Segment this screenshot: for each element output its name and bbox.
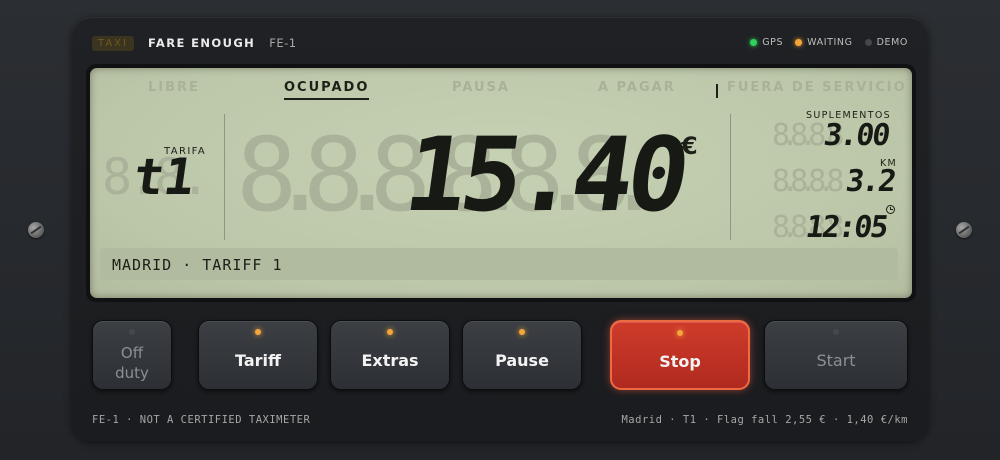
lcd-bezel: LIBRE OCUPADO PAUSA A PAGAR FUERA DE SER… bbox=[86, 64, 916, 302]
off-duty-label: Off duty bbox=[93, 343, 171, 383]
time-value: 12:05 bbox=[803, 210, 889, 245]
lcd-footer-text: MADRID · TARIFF 1 bbox=[112, 256, 283, 274]
footer-tariff-info: Madrid · T1 · Flag fall 2,55 € · 1,40 €/… bbox=[621, 414, 908, 426]
brand-name: FARE ENOUGH bbox=[147, 36, 256, 50]
waiting-led-icon bbox=[795, 39, 803, 46]
off-duty-led-icon bbox=[129, 329, 135, 335]
demo-indicator: DEMO bbox=[864, 37, 908, 48]
left-divider bbox=[224, 114, 225, 240]
status-pausa: PAUSA bbox=[452, 80, 510, 95]
stop-button-label: Stop bbox=[659, 352, 701, 371]
waiting-label: WAITING bbox=[807, 37, 853, 48]
pause-button-label: Pause bbox=[495, 351, 549, 370]
currency-symbol: € bbox=[681, 132, 698, 160]
right-screw-icon bbox=[956, 222, 972, 238]
off-duty-label-line2: duty bbox=[115, 364, 149, 382]
pause-button[interactable]: Pause bbox=[462, 320, 582, 390]
status-libre: LIBRE bbox=[148, 80, 200, 95]
demo-led-icon bbox=[864, 39, 872, 46]
gps-label: GPS bbox=[762, 37, 784, 48]
km-value: 3.2 bbox=[843, 164, 897, 199]
status-divider bbox=[716, 84, 718, 98]
off-duty-label-line1: Off bbox=[120, 344, 144, 362]
start-button-label: Start bbox=[816, 351, 856, 370]
lcd-display: LIBRE OCUPADO PAUSA A PAGAR FUERA DE SER… bbox=[90, 68, 912, 298]
tariff-button[interactable]: Tariff bbox=[198, 320, 318, 390]
tariff-led-icon bbox=[255, 329, 261, 335]
extras-led-icon bbox=[387, 329, 393, 335]
gps-led-icon bbox=[750, 39, 758, 46]
supplements-value: 3.00 bbox=[821, 118, 891, 153]
lcd-footer-bar: MADRID · TARIFF 1 bbox=[100, 248, 898, 280]
footer-disclaimer: FE-1 · NOT A CERTIFIED TAXIMETER bbox=[92, 414, 311, 426]
status-row: LIBRE OCUPADO PAUSA A PAGAR FUERA DE SER… bbox=[90, 80, 912, 104]
start-button[interactable]: Start bbox=[764, 320, 908, 390]
fare-amount: 15.40 bbox=[397, 116, 692, 235]
extras-button-label: Extras bbox=[361, 351, 419, 370]
right-divider bbox=[730, 114, 731, 240]
stop-button[interactable]: Stop bbox=[610, 320, 750, 390]
status-ocupado: OCUPADO bbox=[284, 80, 370, 100]
km-ghost-digits: 8.8.8.8 bbox=[772, 164, 845, 199]
model-name: FE-1 bbox=[269, 36, 297, 50]
start-led-icon bbox=[833, 329, 839, 335]
left-screw-icon bbox=[28, 222, 44, 238]
tariff-value: t1 bbox=[129, 148, 199, 206]
status-a-pagar: A PAGAR bbox=[598, 80, 676, 95]
taxi-badge: TAXI bbox=[92, 35, 134, 51]
pause-led-icon bbox=[519, 329, 525, 335]
gps-indicator: GPS bbox=[750, 37, 783, 48]
waiting-indicator: WAITING bbox=[795, 37, 852, 48]
off-duty-button[interactable]: Off duty bbox=[92, 320, 172, 390]
status-indicators: GPS WAITING DEMO bbox=[750, 37, 908, 48]
extras-button[interactable]: Extras bbox=[330, 320, 450, 390]
status-fuera-de-servicio: FUERA DE SERVICIO bbox=[727, 80, 907, 95]
taximeter-device: TAXI FARE ENOUGH FE-1 GPS WAITING DEMO L… bbox=[72, 17, 928, 441]
brand-bar: TAXI FARE ENOUGH FE-1 bbox=[92, 35, 297, 51]
demo-label: DEMO bbox=[876, 37, 908, 48]
stop-led-icon bbox=[677, 330, 683, 336]
tariff-button-label: Tariff bbox=[235, 351, 281, 370]
